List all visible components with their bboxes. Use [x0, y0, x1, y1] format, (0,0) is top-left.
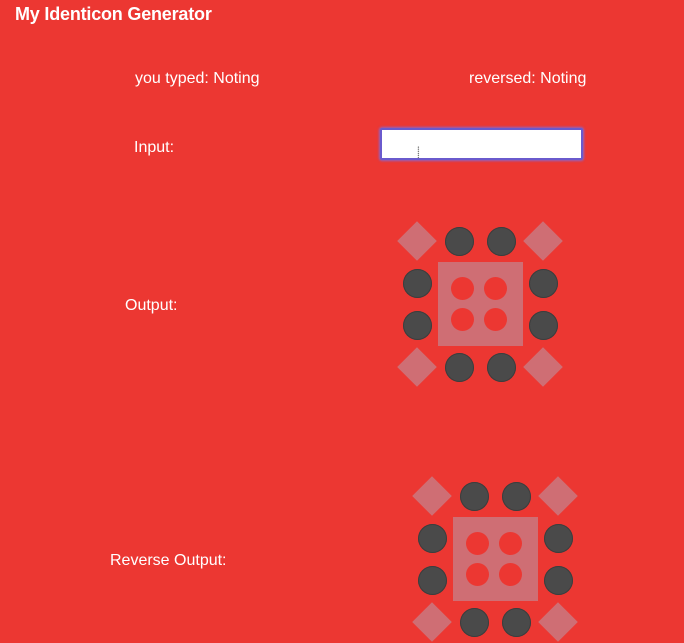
identicon-dot: [502, 482, 531, 511]
identicon-diamond-bottom-left: [397, 347, 437, 387]
identicon-diamond-bottom-left: [412, 602, 452, 642]
identicon-dot: [529, 269, 558, 298]
identicon-inner-dot: [466, 563, 489, 586]
identicon-dot: [403, 269, 432, 298]
identicon-dot: [460, 608, 489, 637]
identicon-diamond-bottom-right: [523, 347, 563, 387]
reverse-output-label: Reverse Output:: [110, 552, 227, 569]
identicon-center-square: [453, 517, 538, 601]
identicon-diamond-top-left: [412, 476, 452, 516]
reversed-text-label: reversed: Noting: [469, 70, 587, 87]
reverse-output-identicon: [411, 475, 579, 643]
identicon-dot: [529, 311, 558, 340]
identicon-diamond-top-right: [523, 221, 563, 261]
identicon-dot: [544, 566, 573, 595]
identicon-inner-dot: [466, 532, 489, 555]
app-title: My Identicon Generator: [15, 4, 212, 24]
identicon-inner-dot: [484, 308, 507, 331]
text-cursor-icon: ⸽: [417, 146, 420, 159]
identicon-dot: [460, 482, 489, 511]
identicon-diamond-bottom-right: [538, 602, 578, 642]
identicon-inner-dot: [451, 308, 474, 331]
input-label: Input:: [134, 139, 175, 156]
identicon-inner-dot: [484, 277, 507, 300]
identicon-inner-dot: [499, 563, 522, 586]
identicon-dot: [418, 566, 447, 595]
identicon-center-square: [438, 262, 523, 346]
identicon-dot: [403, 311, 432, 340]
identicon-dot: [487, 353, 516, 382]
output-label: Output:: [125, 297, 178, 314]
identicon-inner-dot: [499, 532, 522, 555]
identicon-dot: [502, 608, 531, 637]
identicon-dot: [445, 227, 474, 256]
identicon-dot: [418, 524, 447, 553]
identicon-dot: [487, 227, 516, 256]
identicon-inner-dot: [451, 277, 474, 300]
output-identicon: [396, 220, 564, 388]
identicon-diamond-top-right: [538, 476, 578, 516]
identicon-dot: [544, 524, 573, 553]
typed-text-label: you typed: Noting: [135, 70, 260, 87]
identicon-dot: [445, 353, 474, 382]
identicon-text-input[interactable]: [380, 128, 583, 160]
identicon-diamond-top-left: [397, 221, 437, 261]
